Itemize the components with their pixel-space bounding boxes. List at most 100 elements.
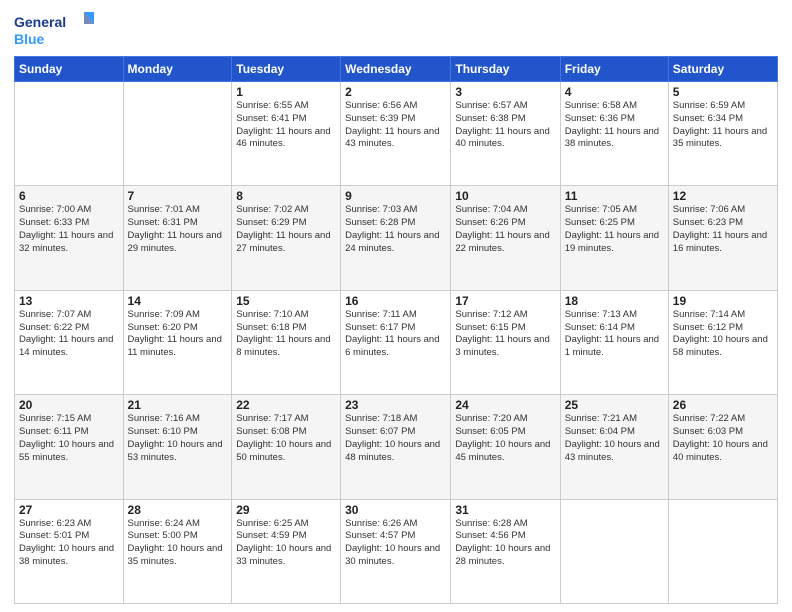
day-info: Sunrise: 7:09 AM Sunset: 6:20 PM Dayligh… bbox=[128, 309, 228, 360]
day-info: Sunrise: 6:26 AM Sunset: 4:57 PM Dayligh… bbox=[345, 518, 446, 569]
calendar-cell: 11Sunrise: 7:05 AM Sunset: 6:25 PM Dayli… bbox=[560, 186, 668, 290]
calendar-cell: 22Sunrise: 7:17 AM Sunset: 6:08 PM Dayli… bbox=[232, 395, 341, 499]
header: General Blue bbox=[14, 10, 778, 48]
weekday-header-thursday: Thursday bbox=[451, 57, 560, 82]
calendar-cell: 4Sunrise: 6:58 AM Sunset: 6:36 PM Daylig… bbox=[560, 82, 668, 186]
calendar-cell: 6Sunrise: 7:00 AM Sunset: 6:33 PM Daylig… bbox=[15, 186, 124, 290]
calendar-cell: 26Sunrise: 7:22 AM Sunset: 6:03 PM Dayli… bbox=[668, 395, 777, 499]
page: General Blue SundayMondayTuesdayWednesda… bbox=[0, 0, 792, 612]
day-info: Sunrise: 6:57 AM Sunset: 6:38 PM Dayligh… bbox=[455, 100, 555, 151]
day-number: 12 bbox=[673, 189, 773, 203]
day-info: Sunrise: 7:21 AM Sunset: 6:04 PM Dayligh… bbox=[565, 413, 664, 464]
day-info: Sunrise: 7:03 AM Sunset: 6:28 PM Dayligh… bbox=[345, 204, 446, 255]
weekday-header-saturday: Saturday bbox=[668, 57, 777, 82]
calendar-cell bbox=[15, 82, 124, 186]
day-info: Sunrise: 7:13 AM Sunset: 6:14 PM Dayligh… bbox=[565, 309, 664, 360]
day-info: Sunrise: 7:20 AM Sunset: 6:05 PM Dayligh… bbox=[455, 413, 555, 464]
day-info: Sunrise: 7:22 AM Sunset: 6:03 PM Dayligh… bbox=[673, 413, 773, 464]
calendar-cell bbox=[668, 499, 777, 603]
day-number: 9 bbox=[345, 189, 446, 203]
day-info: Sunrise: 7:02 AM Sunset: 6:29 PM Dayligh… bbox=[236, 204, 336, 255]
day-number: 19 bbox=[673, 294, 773, 308]
week-row-3: 13Sunrise: 7:07 AM Sunset: 6:22 PM Dayli… bbox=[15, 290, 778, 394]
day-number: 17 bbox=[455, 294, 555, 308]
calendar-cell: 15Sunrise: 7:10 AM Sunset: 6:18 PM Dayli… bbox=[232, 290, 341, 394]
day-number: 18 bbox=[565, 294, 664, 308]
weekday-header-tuesday: Tuesday bbox=[232, 57, 341, 82]
calendar-cell bbox=[560, 499, 668, 603]
calendar-cell: 12Sunrise: 7:06 AM Sunset: 6:23 PM Dayli… bbox=[668, 186, 777, 290]
calendar-cell: 16Sunrise: 7:11 AM Sunset: 6:17 PM Dayli… bbox=[341, 290, 451, 394]
day-number: 6 bbox=[19, 189, 119, 203]
day-number: 20 bbox=[19, 398, 119, 412]
day-number: 21 bbox=[128, 398, 228, 412]
day-info: Sunrise: 7:11 AM Sunset: 6:17 PM Dayligh… bbox=[345, 309, 446, 360]
svg-text:General: General bbox=[14, 14, 66, 30]
calendar-cell: 24Sunrise: 7:20 AM Sunset: 6:05 PM Dayli… bbox=[451, 395, 560, 499]
day-number: 27 bbox=[19, 503, 119, 517]
calendar-cell: 31Sunrise: 6:28 AM Sunset: 4:56 PM Dayli… bbox=[451, 499, 560, 603]
weekday-header-row: SundayMondayTuesdayWednesdayThursdayFrid… bbox=[15, 57, 778, 82]
calendar-cell: 25Sunrise: 7:21 AM Sunset: 6:04 PM Dayli… bbox=[560, 395, 668, 499]
week-row-5: 27Sunrise: 6:23 AM Sunset: 5:01 PM Dayli… bbox=[15, 499, 778, 603]
calendar-cell: 21Sunrise: 7:16 AM Sunset: 6:10 PM Dayli… bbox=[123, 395, 232, 499]
day-info: Sunrise: 6:55 AM Sunset: 6:41 PM Dayligh… bbox=[236, 100, 336, 151]
day-info: Sunrise: 7:00 AM Sunset: 6:33 PM Dayligh… bbox=[19, 204, 119, 255]
calendar-cell: 2Sunrise: 6:56 AM Sunset: 6:39 PM Daylig… bbox=[341, 82, 451, 186]
day-number: 28 bbox=[128, 503, 228, 517]
calendar-cell: 29Sunrise: 6:25 AM Sunset: 4:59 PM Dayli… bbox=[232, 499, 341, 603]
day-info: Sunrise: 7:14 AM Sunset: 6:12 PM Dayligh… bbox=[673, 309, 773, 360]
day-number: 30 bbox=[345, 503, 446, 517]
weekday-header-friday: Friday bbox=[560, 57, 668, 82]
day-info: Sunrise: 7:17 AM Sunset: 6:08 PM Dayligh… bbox=[236, 413, 336, 464]
calendar-cell bbox=[123, 82, 232, 186]
day-info: Sunrise: 7:18 AM Sunset: 6:07 PM Dayligh… bbox=[345, 413, 446, 464]
calendar-cell: 27Sunrise: 6:23 AM Sunset: 5:01 PM Dayli… bbox=[15, 499, 124, 603]
calendar-cell: 19Sunrise: 7:14 AM Sunset: 6:12 PM Dayli… bbox=[668, 290, 777, 394]
day-number: 11 bbox=[565, 189, 664, 203]
calendar-cell: 10Sunrise: 7:04 AM Sunset: 6:26 PM Dayli… bbox=[451, 186, 560, 290]
calendar-cell: 18Sunrise: 7:13 AM Sunset: 6:14 PM Dayli… bbox=[560, 290, 668, 394]
calendar-cell: 14Sunrise: 7:09 AM Sunset: 6:20 PM Dayli… bbox=[123, 290, 232, 394]
calendar-cell: 17Sunrise: 7:12 AM Sunset: 6:15 PM Dayli… bbox=[451, 290, 560, 394]
calendar-cell: 3Sunrise: 6:57 AM Sunset: 6:38 PM Daylig… bbox=[451, 82, 560, 186]
day-number: 31 bbox=[455, 503, 555, 517]
day-info: Sunrise: 6:28 AM Sunset: 4:56 PM Dayligh… bbox=[455, 518, 555, 569]
day-info: Sunrise: 6:23 AM Sunset: 5:01 PM Dayligh… bbox=[19, 518, 119, 569]
day-number: 29 bbox=[236, 503, 336, 517]
weekday-header-wednesday: Wednesday bbox=[341, 57, 451, 82]
day-number: 13 bbox=[19, 294, 119, 308]
week-row-2: 6Sunrise: 7:00 AM Sunset: 6:33 PM Daylig… bbox=[15, 186, 778, 290]
day-number: 15 bbox=[236, 294, 336, 308]
day-info: Sunrise: 7:12 AM Sunset: 6:15 PM Dayligh… bbox=[455, 309, 555, 360]
day-number: 26 bbox=[673, 398, 773, 412]
day-info: Sunrise: 6:59 AM Sunset: 6:34 PM Dayligh… bbox=[673, 100, 773, 151]
day-number: 4 bbox=[565, 85, 664, 99]
day-number: 2 bbox=[345, 85, 446, 99]
calendar-cell: 1Sunrise: 6:55 AM Sunset: 6:41 PM Daylig… bbox=[232, 82, 341, 186]
day-info: Sunrise: 7:06 AM Sunset: 6:23 PM Dayligh… bbox=[673, 204, 773, 255]
day-number: 1 bbox=[236, 85, 336, 99]
day-number: 14 bbox=[128, 294, 228, 308]
weekday-header-sunday: Sunday bbox=[15, 57, 124, 82]
calendar-cell: 30Sunrise: 6:26 AM Sunset: 4:57 PM Dayli… bbox=[341, 499, 451, 603]
day-info: Sunrise: 7:16 AM Sunset: 6:10 PM Dayligh… bbox=[128, 413, 228, 464]
day-info: Sunrise: 6:58 AM Sunset: 6:36 PM Dayligh… bbox=[565, 100, 664, 151]
calendar-cell: 9Sunrise: 7:03 AM Sunset: 6:28 PM Daylig… bbox=[341, 186, 451, 290]
week-row-4: 20Sunrise: 7:15 AM Sunset: 6:11 PM Dayli… bbox=[15, 395, 778, 499]
calendar-cell: 13Sunrise: 7:07 AM Sunset: 6:22 PM Dayli… bbox=[15, 290, 124, 394]
calendar-cell: 20Sunrise: 7:15 AM Sunset: 6:11 PM Dayli… bbox=[15, 395, 124, 499]
day-info: Sunrise: 6:56 AM Sunset: 6:39 PM Dayligh… bbox=[345, 100, 446, 151]
day-number: 8 bbox=[236, 189, 336, 203]
svg-text:Blue: Blue bbox=[14, 31, 45, 47]
calendar-cell: 8Sunrise: 7:02 AM Sunset: 6:29 PM Daylig… bbox=[232, 186, 341, 290]
day-number: 7 bbox=[128, 189, 228, 203]
day-info: Sunrise: 7:05 AM Sunset: 6:25 PM Dayligh… bbox=[565, 204, 664, 255]
day-info: Sunrise: 6:24 AM Sunset: 5:00 PM Dayligh… bbox=[128, 518, 228, 569]
calendar-cell: 23Sunrise: 7:18 AM Sunset: 6:07 PM Dayli… bbox=[341, 395, 451, 499]
day-number: 3 bbox=[455, 85, 555, 99]
day-info: Sunrise: 7:01 AM Sunset: 6:31 PM Dayligh… bbox=[128, 204, 228, 255]
day-number: 10 bbox=[455, 189, 555, 203]
day-number: 24 bbox=[455, 398, 555, 412]
day-info: Sunrise: 7:15 AM Sunset: 6:11 PM Dayligh… bbox=[19, 413, 119, 464]
